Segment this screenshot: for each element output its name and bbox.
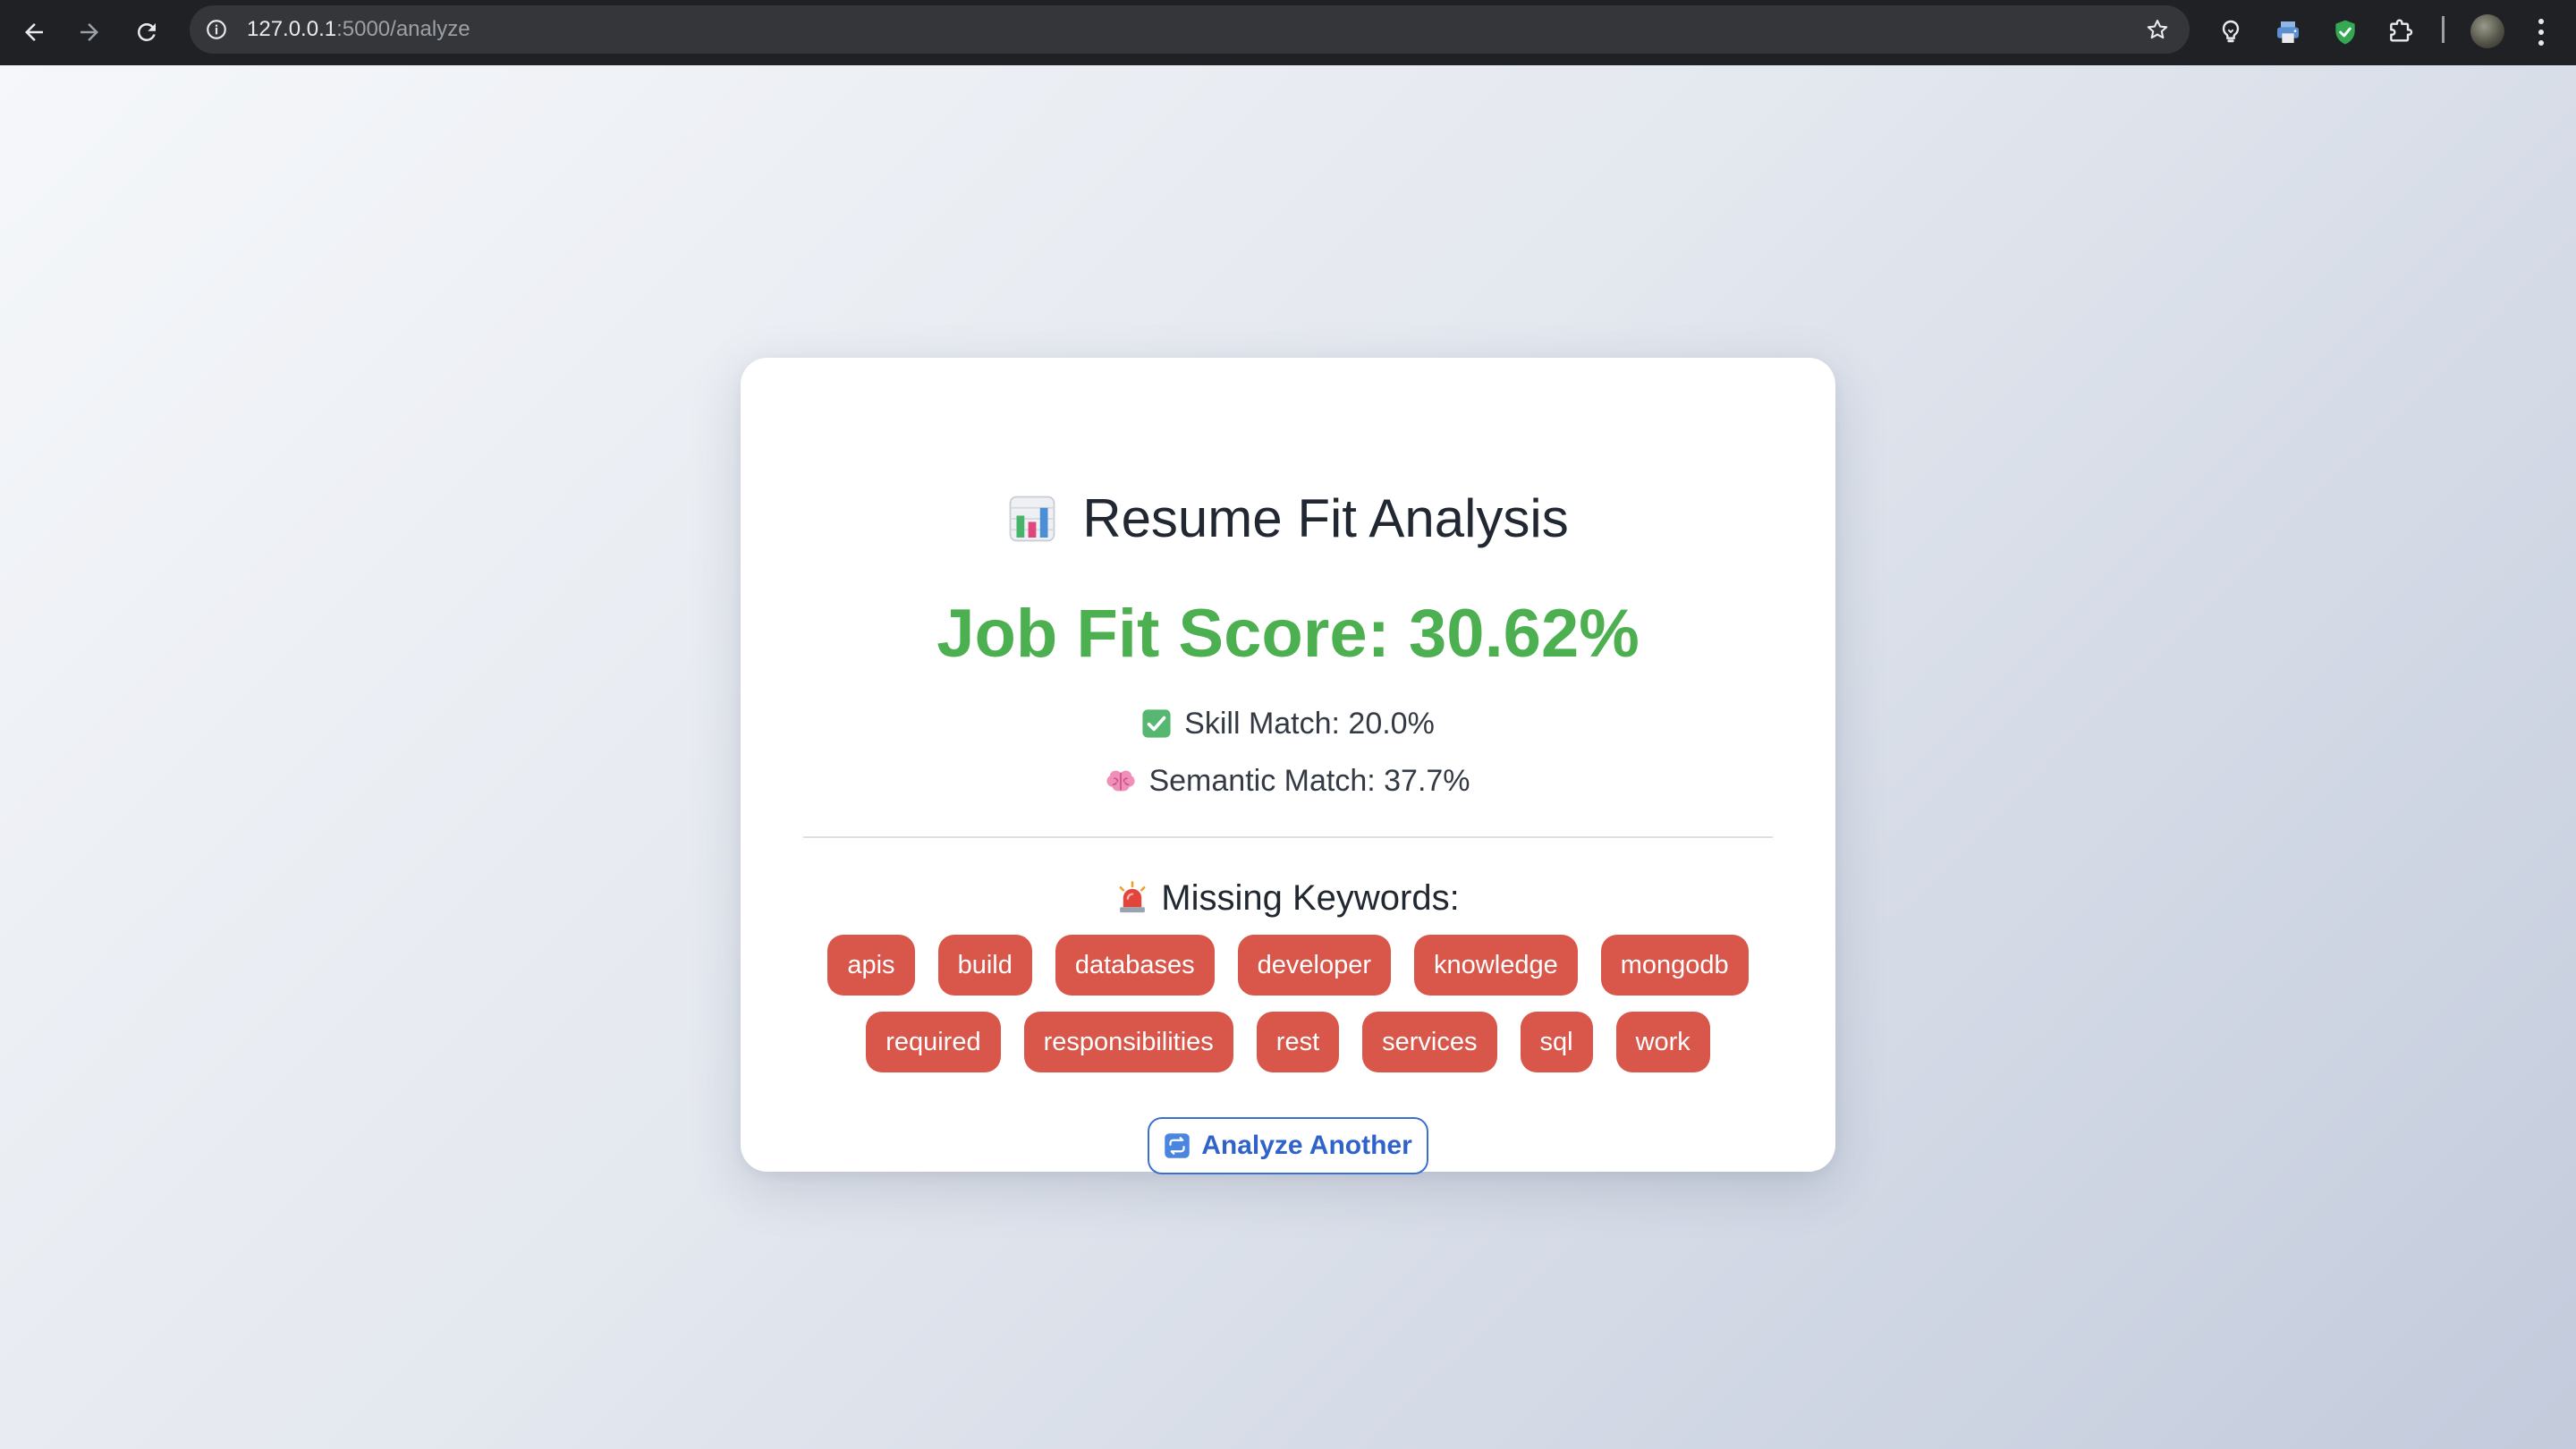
- address-bar[interactable]: 127.0.0.1:5000/analyze: [190, 5, 2190, 54]
- profile-avatar[interactable]: [2470, 14, 2504, 48]
- skill-match-text: Skill Match: 20.0%: [1184, 706, 1435, 741]
- shield-extension-icon[interactable]: [2327, 14, 2363, 50]
- skill-match: Skill Match: 20.0%: [741, 701, 1835, 746]
- info-icon[interactable]: [202, 15, 231, 44]
- missing-keywords-heading: Missing Keywords:: [741, 873, 1835, 923]
- keyword-tag: rest: [1256, 1012, 1340, 1072]
- kebab-menu-icon[interactable]: [2528, 13, 2555, 52]
- browser-toolbar: 127.0.0.1:5000/analyze: [0, 0, 2576, 65]
- forward-button[interactable]: [70, 13, 109, 52]
- keyword-tag: build: [937, 935, 1032, 996]
- keyword-tag: databases: [1055, 935, 1215, 996]
- url-text[interactable]: 127.0.0.1:5000/analyze: [247, 5, 470, 54]
- back-arrow-icon: [25, 23, 43, 41]
- back-button[interactable]: [14, 13, 54, 52]
- puzzle-icon[interactable]: [2383, 14, 2419, 50]
- keyword-tag: apis: [827, 935, 915, 996]
- keyword-tag: responsibilities: [1023, 1012, 1233, 1072]
- keyword-tag: mongodb: [1600, 935, 1749, 996]
- keyword-tag: services: [1362, 1012, 1497, 1072]
- missing-keywords-list: apis build databases developer knowledge…: [821, 935, 1755, 1072]
- page-background: Resume Fit Analysis Job Fit Score: 30.62…: [0, 65, 2576, 1449]
- keyword-tag: sql: [1520, 1012, 1593, 1072]
- keyword-tag: required: [866, 1012, 1001, 1072]
- url-host: 127.0.0.1: [247, 17, 337, 41]
- star-icon[interactable]: [2143, 15, 2172, 44]
- brain-icon: [1106, 770, 1136, 792]
- page-title: Resume Fit Analysis: [741, 483, 1835, 555]
- printer-extension-icon[interactable]: [2270, 14, 2306, 50]
- check-box-icon: [1142, 709, 1171, 738]
- url-path: :5000/analyze: [336, 17, 470, 41]
- keyword-tag: developer: [1237, 935, 1392, 996]
- bar-chart-icon: [1009, 496, 1055, 542]
- forward-arrow-icon: [80, 23, 98, 41]
- analysis-card: Resume Fit Analysis Job Fit Score: 30.62…: [741, 358, 1835, 1174]
- reload-icon: [137, 22, 156, 41]
- job-fit-score: Job Fit Score: 30.62%: [741, 589, 1835, 678]
- analyze-another-button[interactable]: Analyze Another: [1148, 1117, 1428, 1174]
- job-fit-score-text: Job Fit Score: 30.62%: [936, 595, 1640, 672]
- semantic-match-text: Semantic Match: 37.7%: [1148, 763, 1470, 798]
- repeat-icon: [1165, 1133, 1190, 1158]
- title-text: Resume Fit Analysis: [1082, 488, 1569, 548]
- reload-button[interactable]: [127, 13, 166, 52]
- analyze-another-label: Analyze Another: [1201, 1131, 1412, 1160]
- keyword-tag: knowledge: [1414, 935, 1578, 996]
- lightbulb-extension-icon[interactable]: [2213, 14, 2249, 50]
- missing-keywords-text: Missing Keywords:: [1161, 877, 1460, 918]
- semantic-match: Semantic Match: 37.7%: [741, 758, 1835, 803]
- section-divider: [803, 836, 1773, 838]
- siren-icon: [1119, 881, 1146, 913]
- keyword-tag: work: [1615, 1012, 1710, 1072]
- toolbar-divider: [2442, 16, 2445, 43]
